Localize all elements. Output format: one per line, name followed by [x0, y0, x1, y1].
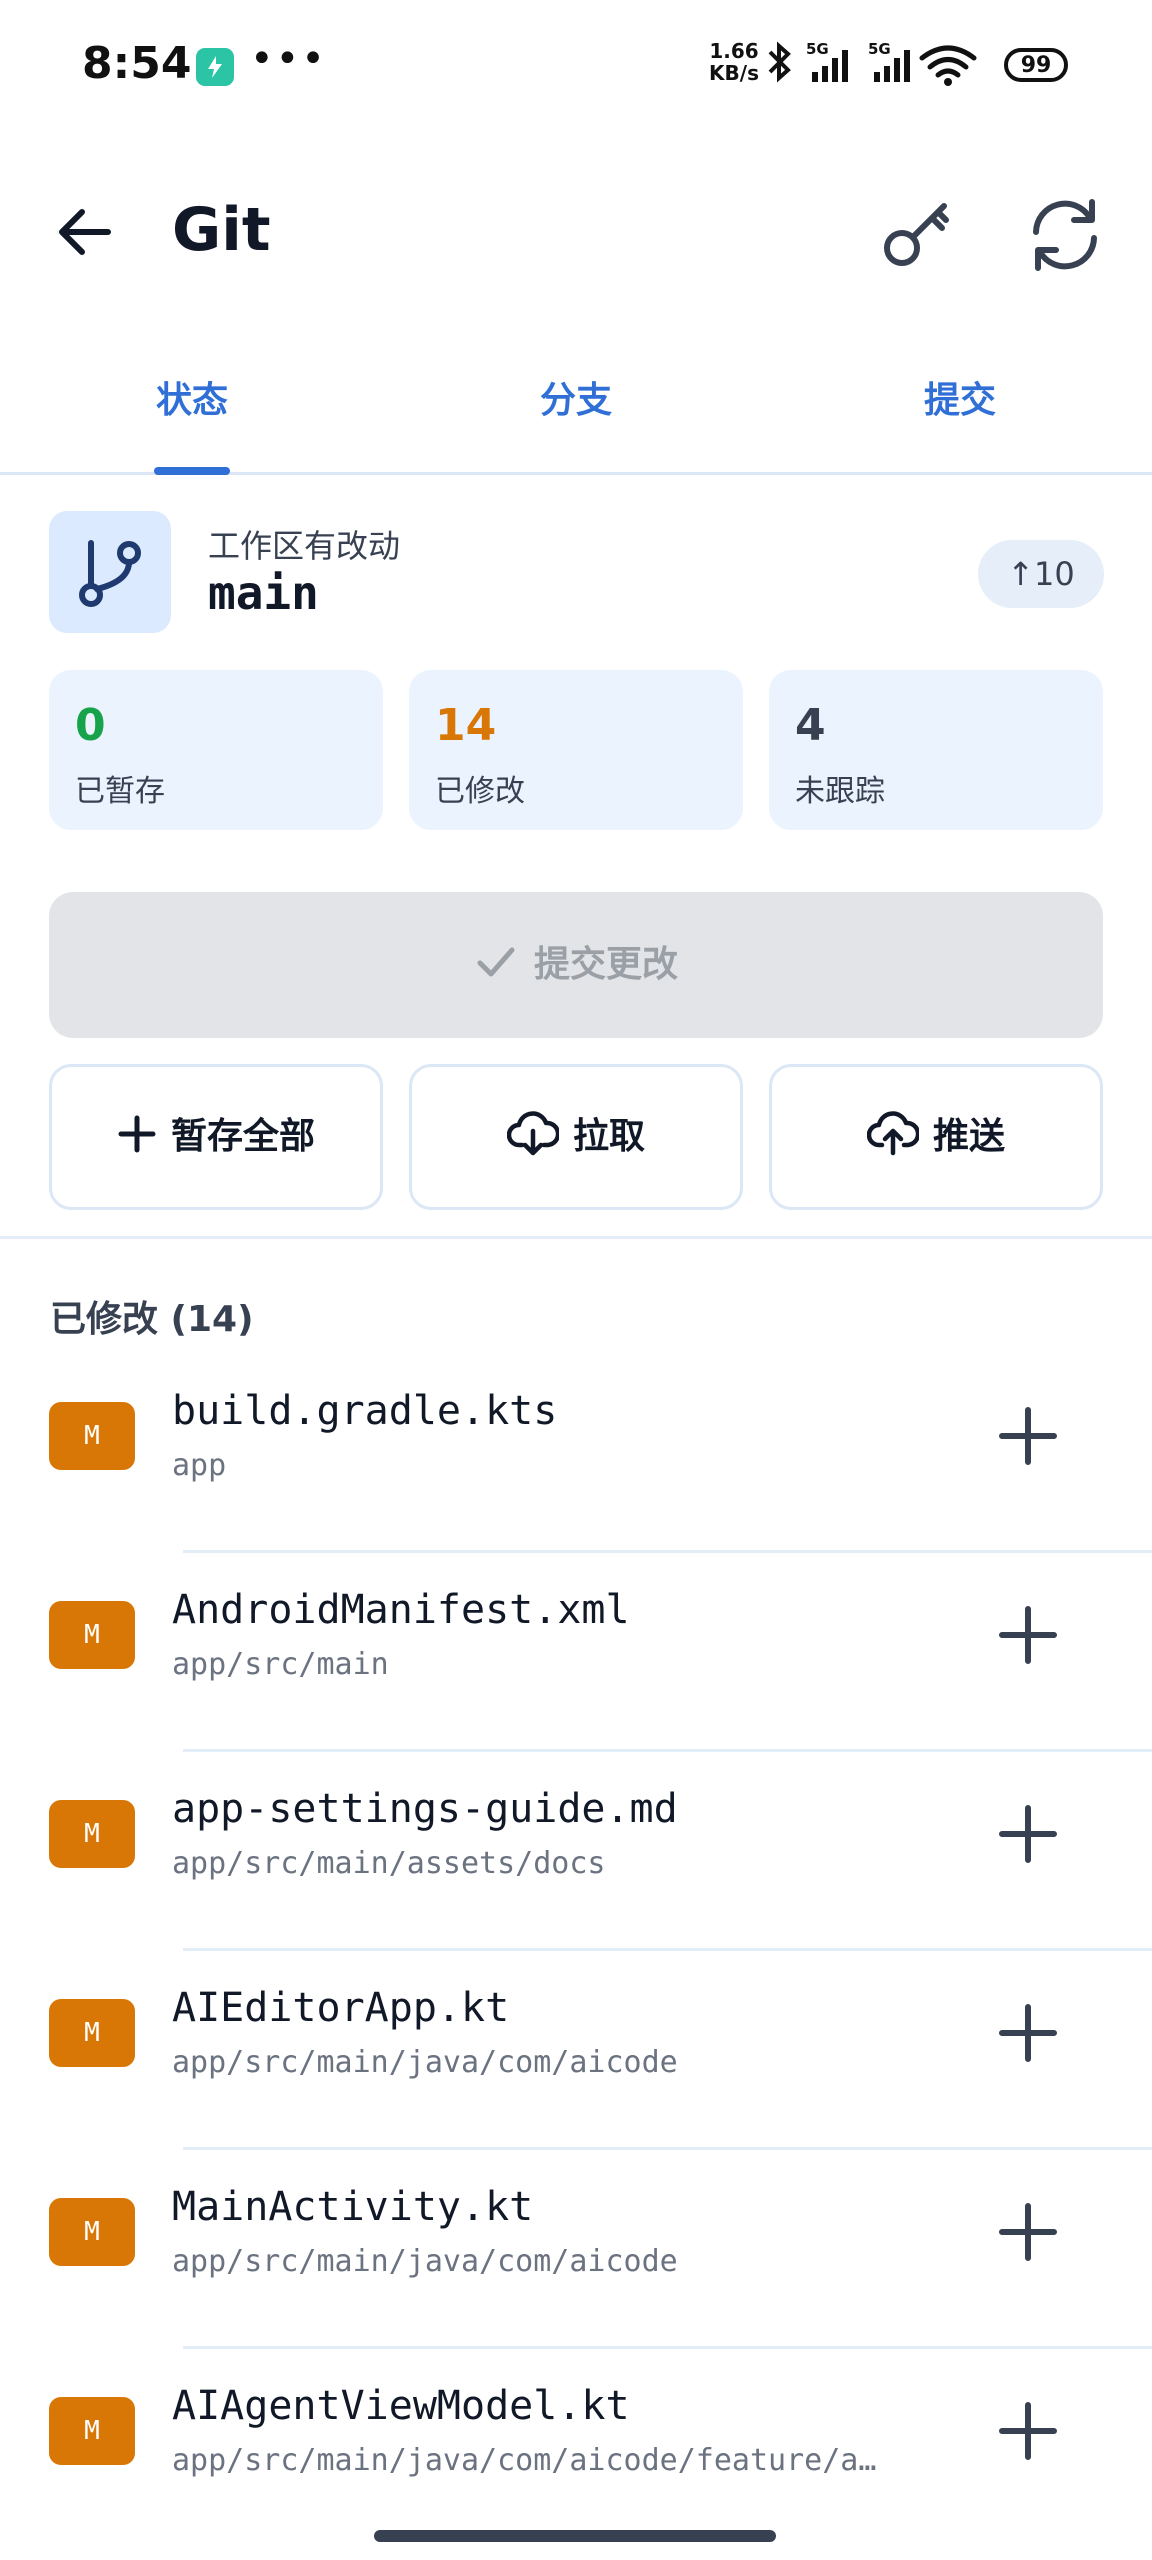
push-label: 推送 — [932, 1116, 1005, 1157]
file-name: AIAgentViewModel.kt — [172, 2383, 630, 2429]
status-time: 8:54 — [82, 38, 192, 89]
stat-untracked-value: 4 — [795, 700, 826, 751]
sync-icon — [1033, 199, 1097, 271]
stage-file-button[interactable] — [988, 2192, 1068, 2272]
cloud-download-icon — [506, 1111, 561, 1156]
tab-commits[interactable]: 提交 — [768, 340, 1152, 470]
plus-icon — [999, 2203, 1057, 2261]
file-name: app-settings-guide.md — [172, 1786, 678, 1832]
file-name: MainActivity.kt — [172, 2184, 534, 2230]
push-button[interactable]: 推送 — [769, 1064, 1103, 1210]
file-name: AIEditorApp.kt — [172, 1985, 510, 2031]
modified-badge: M — [49, 1800, 135, 1868]
modified-badge: M — [49, 1601, 135, 1669]
stage-file-button[interactable] — [988, 1993, 1068, 2073]
file-path: app/src/main — [172, 1647, 389, 1682]
app-bar: Git — [0, 160, 1152, 300]
stat-staged: 0 已暂存 — [49, 670, 383, 830]
refresh-button[interactable] — [1020, 190, 1110, 280]
pull-button[interactable]: 拉取 — [409, 1064, 743, 1210]
file-path: app/src/main/java/com/aicode — [172, 2045, 678, 2080]
bluetooth-icon — [768, 41, 791, 83]
plus-icon — [999, 1407, 1057, 1465]
list-item[interactable]: M AIAgentViewModel.kt app/src/main/java/… — [0, 2349, 1152, 2548]
tab-status[interactable]: 状态 — [0, 340, 384, 470]
file-path: app — [172, 1448, 227, 1483]
stage-file-button[interactable] — [988, 2391, 1068, 2471]
git-branch-icon — [79, 540, 141, 607]
stat-untracked: 4 未跟踪 — [769, 670, 1103, 830]
more-notifications-icon: ••• — [250, 36, 327, 82]
list-item[interactable]: M app-settings-guide.md app/src/main/ass… — [0, 1752, 1152, 1951]
file-path: app/src/main/assets/docs — [172, 1846, 606, 1881]
commit-changes-button[interactable]: 提交更改 — [49, 892, 1103, 1038]
stat-modified: 14 已修改 — [409, 670, 743, 830]
page-title: Git — [172, 195, 271, 265]
modified-badge: M — [49, 2397, 135, 2465]
working-tree-status: 工作区有改动 — [208, 527, 401, 565]
commit-changes-label: 提交更改 — [533, 944, 678, 985]
file-name: build.gradle.kts — [172, 1388, 558, 1434]
app-notification-icon — [196, 48, 234, 86]
modified-badge: M — [49, 1402, 135, 1470]
plus-icon — [999, 2402, 1057, 2460]
list-item[interactable]: M AndroidManifest.xml app/src/main — [0, 1553, 1152, 1752]
modified-section-title: 已修改 (14) — [50, 1299, 254, 1340]
file-name: AndroidManifest.xml — [172, 1587, 630, 1633]
plus-icon — [999, 1805, 1057, 1863]
plus-icon — [118, 1115, 156, 1153]
list-item[interactable]: M MainActivity.kt app/src/main/java/com/… — [0, 2150, 1152, 2349]
check-icon — [477, 947, 515, 977]
stage-file-button[interactable] — [988, 1396, 1068, 1476]
network-speed: 1.66 KB/s — [705, 40, 763, 84]
signal-2-label: 5G — [868, 40, 891, 58]
plus-icon — [999, 2004, 1057, 2062]
stat-staged-value: 0 — [75, 700, 106, 751]
home-indicator[interactable] — [374, 2530, 776, 2542]
branch-name: main — [208, 566, 319, 620]
stage-all-label: 暂存全部 — [170, 1116, 315, 1157]
branch-icon-container — [49, 511, 171, 633]
key-icon — [884, 203, 949, 266]
stat-modified-value: 14 — [435, 700, 497, 751]
tab-indicator — [154, 467, 230, 475]
tab-branches[interactable]: 分支 — [384, 340, 768, 470]
modified-badge: M — [49, 2198, 135, 2266]
network-speed-unit: KB/s — [709, 61, 759, 85]
stat-modified-label: 已修改 — [435, 774, 525, 809]
status-icons: 5G 5G — [768, 40, 977, 86]
modified-badge: M — [49, 1999, 135, 2067]
stage-file-button[interactable] — [988, 1794, 1068, 1874]
status-bar: 8:54 ••• 1.66 KB/s 5G 5G 99 — [0, 0, 1152, 130]
signal-1-label: 5G — [806, 40, 829, 58]
file-path: app/src/main/java/com/aicode/feature/a… — [172, 2443, 877, 2478]
arrow-up-icon: ↑ — [1007, 555, 1035, 593]
section-divider — [0, 1236, 1152, 1239]
plus-icon — [999, 1606, 1057, 1664]
stage-file-button[interactable] — [988, 1595, 1068, 1675]
tab-bar: 状态 分支 提交 — [0, 340, 1152, 475]
list-item[interactable]: M build.gradle.kts app — [0, 1354, 1152, 1553]
wifi-icon — [919, 45, 977, 78]
credentials-button[interactable] — [872, 190, 962, 280]
ahead-count: 10 — [1034, 555, 1075, 593]
pull-label: 拉取 — [572, 1116, 645, 1157]
list-item[interactable]: M AIEditorApp.kt app/src/main/java/com/a… — [0, 1951, 1152, 2150]
ahead-count-badge: ↑10 — [978, 540, 1104, 608]
battery-icon: 99 — [1004, 48, 1068, 82]
arrow-back-icon — [59, 209, 111, 255]
stage-all-button[interactable]: 暂存全部 — [49, 1064, 383, 1210]
stat-staged-label: 已暂存 — [75, 774, 165, 809]
back-button[interactable] — [50, 196, 122, 268]
stat-untracked-label: 未跟踪 — [795, 774, 885, 809]
file-path: app/src/main/java/com/aicode — [172, 2244, 678, 2279]
network-speed-value: 1.66 — [709, 39, 759, 63]
cloud-upload-icon — [866, 1111, 921, 1156]
